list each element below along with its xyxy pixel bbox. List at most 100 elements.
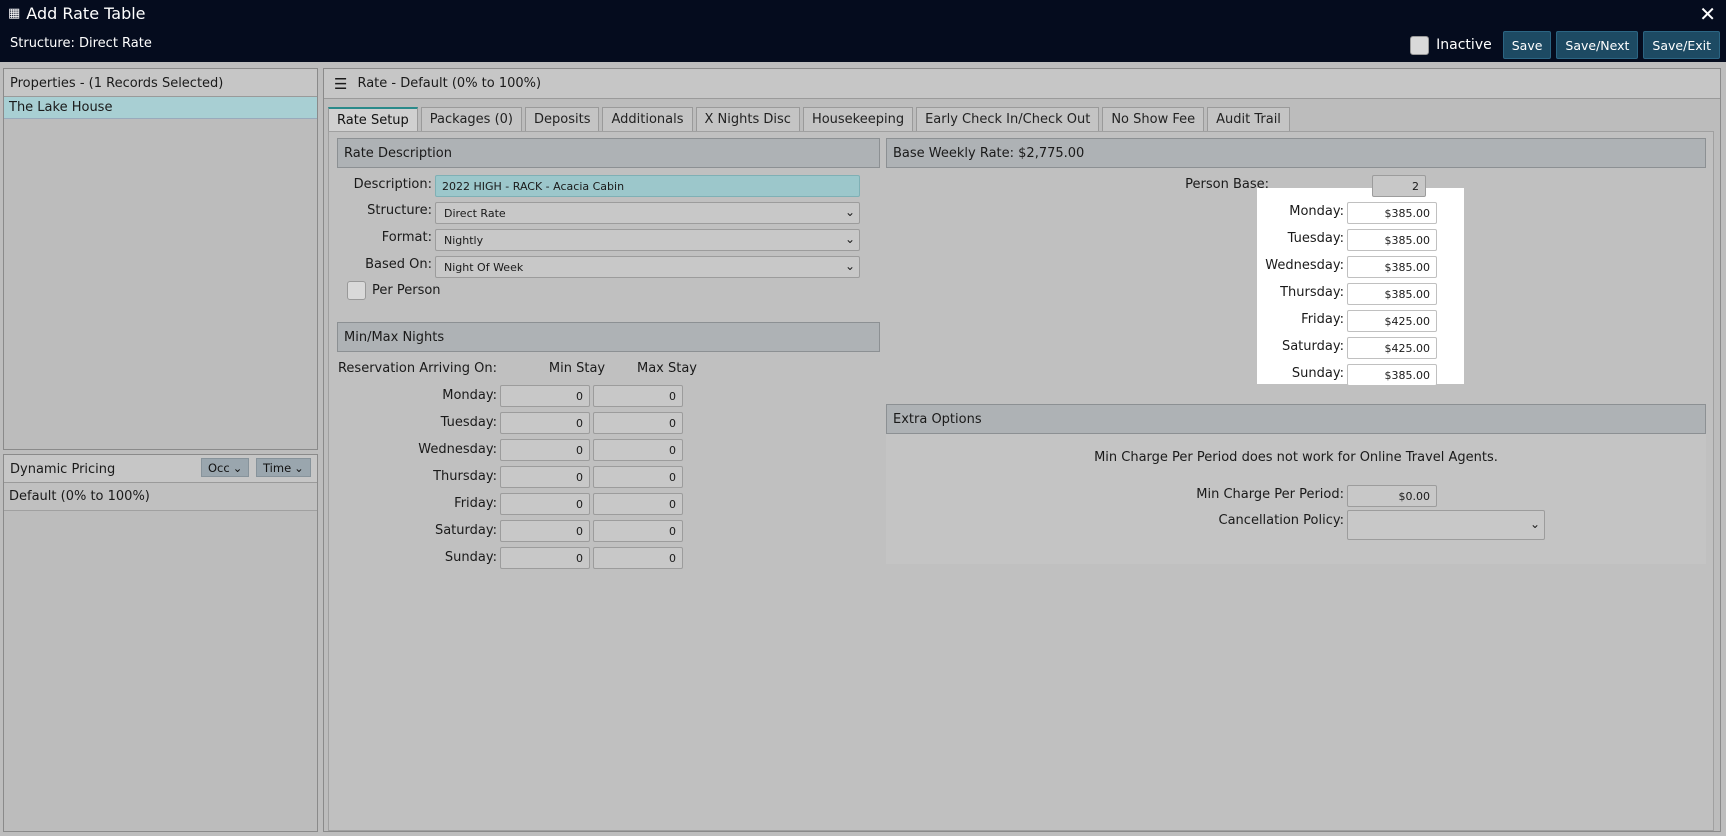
weekday-rate-label: Tuesday: xyxy=(1287,231,1344,246)
min-stay-input[interactable]: 0 xyxy=(500,439,590,461)
weekday-rate-label: Friday: xyxy=(1301,312,1344,327)
min-stay-input[interactable]: 0 xyxy=(500,547,590,569)
max-stay-header: Max Stay xyxy=(636,361,698,376)
structure-subtitle: Structure: Direct Rate xyxy=(10,36,152,51)
max-stay-input[interactable]: 0 xyxy=(593,412,683,434)
base-weekly-rate-header: Base Weekly Rate: $2,775.00 xyxy=(886,138,1706,168)
save-button[interactable]: Save xyxy=(1502,31,1552,59)
min-stay-input[interactable]: 0 xyxy=(500,385,590,407)
properties-header: Properties - (1 Records Selected) xyxy=(4,69,317,97)
save-exit-button[interactable]: Save/Exit xyxy=(1643,31,1720,59)
min-charge-input[interactable]: $0.00 xyxy=(1347,485,1437,507)
based-on-select-value: Night Of Week xyxy=(444,261,524,274)
hamburger-icon[interactable]: ☰ xyxy=(334,75,347,93)
tab-housekeeping[interactable]: Housekeeping xyxy=(802,107,914,131)
rate-header: ☰ Rate - Default (0% to 100%) xyxy=(324,69,1720,99)
close-icon[interactable]: ✕ xyxy=(1699,2,1716,26)
rate-tabs: Rate Setup Packages (0) Deposits Additio… xyxy=(328,107,1290,131)
structure-select[interactable]: Direct Rate ⌄ xyxy=(435,202,860,224)
title-bar: ▦ Add Rate Table Structure: Direct Rate … xyxy=(0,0,1726,62)
person-base-label: Person Base: xyxy=(1185,177,1269,192)
top-actions: Inactive Save Save/Next Save/Exit xyxy=(1410,31,1720,59)
properties-panel: Properties - (1 Records Selected) The La… xyxy=(3,68,318,450)
weekday-rate-label: Thursday: xyxy=(1280,285,1344,300)
based-on-label: Based On: xyxy=(365,257,432,272)
tab-rate-setup[interactable]: Rate Setup xyxy=(328,107,418,131)
tab-early-check-in[interactable]: Early Check In/Check Out xyxy=(916,107,1100,131)
min-max-day-label: Monday: xyxy=(442,388,497,403)
min-max-day-label: Saturday: xyxy=(434,523,497,538)
min-stay-input[interactable]: 0 xyxy=(500,466,590,488)
weekday-rate-input[interactable]: $385.00 xyxy=(1347,256,1437,278)
cancellation-policy-select[interactable]: ⌄ xyxy=(1347,510,1545,540)
chevron-down-icon: ⌄ xyxy=(232,460,243,475)
chevron-down-icon: ⌄ xyxy=(844,232,855,246)
tab-audit-trail[interactable]: Audit Trail xyxy=(1207,107,1290,131)
min-stay-input[interactable]: 0 xyxy=(500,493,590,515)
rate-setup-body: Rate Description Description: 2022 HIGH … xyxy=(328,131,1714,831)
chevron-down-icon: ⌄ xyxy=(844,205,855,219)
extra-options-header: Extra Options xyxy=(886,404,1706,434)
min-max-day-label: Sunday: xyxy=(444,550,497,565)
description-label: Description: xyxy=(353,177,432,192)
calendar-icon: ▦ xyxy=(8,6,21,21)
weekday-rate-input[interactable]: $385.00 xyxy=(1347,283,1437,305)
chevron-down-icon: ⌄ xyxy=(294,460,304,475)
format-select[interactable]: Nightly ⌄ xyxy=(435,229,860,251)
min-stay-header: Min Stay xyxy=(548,361,606,376)
time-label: Time xyxy=(263,460,292,475)
rate-panel: ☰ Rate - Default (0% to 100%) Rate Setup… xyxy=(323,68,1721,832)
min-max-day-label: Friday: xyxy=(454,496,497,511)
per-person-label: Per Person xyxy=(372,283,441,298)
min-charge-label: Min Charge Per Period: xyxy=(1196,487,1344,502)
dynamic-pricing-header: Dynamic Pricing Occ ⌄ Time ⌄ xyxy=(4,455,317,483)
weekday-rate-input[interactable]: $425.00 xyxy=(1347,337,1437,359)
tab-deposits[interactable]: Deposits xyxy=(525,107,600,131)
max-stay-input[interactable]: 0 xyxy=(593,520,683,542)
min-max-header: Min/Max Nights xyxy=(337,322,880,352)
format-label: Format: xyxy=(381,230,432,245)
max-stay-input[interactable]: 0 xyxy=(593,547,683,569)
time-dropdown-button[interactable]: Time ⌄ xyxy=(256,458,311,477)
weekday-rate-input[interactable]: $385.00 xyxy=(1347,364,1437,386)
occ-label: Occ xyxy=(208,460,230,475)
inactive-toggle[interactable]: Inactive xyxy=(1410,35,1492,55)
min-stay-input[interactable]: 0 xyxy=(500,520,590,542)
inactive-checkbox[interactable] xyxy=(1410,35,1430,55)
tab-x-nights-disc[interactable]: X Nights Disc xyxy=(695,107,800,131)
format-select-value: Nightly xyxy=(444,234,484,247)
save-next-button[interactable]: Save/Next xyxy=(1556,31,1639,59)
min-stay-input[interactable]: 0 xyxy=(500,412,590,434)
chevron-down-icon: ⌄ xyxy=(1529,517,1540,531)
weekday-rate-label: Saturday: xyxy=(1281,339,1344,354)
weekday-rate-input[interactable]: $385.00 xyxy=(1347,229,1437,251)
weekday-rate-input[interactable]: $425.00 xyxy=(1347,310,1437,332)
min-max-day-label: Wednesday: xyxy=(418,442,497,457)
window-title: ▦ Add Rate Table xyxy=(8,4,146,23)
dynamic-pricing-panel: Dynamic Pricing Occ ⌄ Time ⌄ Default (0%… xyxy=(3,454,318,832)
window-title-text: Add Rate Table xyxy=(26,4,146,23)
description-input[interactable]: 2022 HIGH - RACK - Acacia Cabin xyxy=(435,175,860,197)
weekday-rate-label: Sunday: xyxy=(1291,366,1344,381)
weekday-rate-input[interactable]: $385.00 xyxy=(1347,202,1437,224)
property-item[interactable]: The Lake House xyxy=(4,97,317,119)
occ-dropdown-button[interactable]: Occ ⌄ xyxy=(201,458,250,477)
person-base-input[interactable]: 2 xyxy=(1372,175,1426,197)
max-stay-input[interactable]: 0 xyxy=(593,466,683,488)
max-stay-input[interactable]: 0 xyxy=(593,493,683,515)
min-max-day-label: Thursday: xyxy=(433,469,497,484)
inactive-label: Inactive xyxy=(1436,37,1492,53)
rate-title: Rate - Default (0% to 100%) xyxy=(357,76,542,91)
weekday-rate-label: Wednesday: xyxy=(1265,258,1344,273)
per-person-checkbox[interactable] xyxy=(347,281,366,300)
ota-notice: Min Charge Per Period does not work for … xyxy=(1094,450,1498,465)
tab-no-show-fee[interactable]: No Show Fee xyxy=(1102,107,1205,131)
rate-description-header: Rate Description xyxy=(337,138,880,168)
based-on-select[interactable]: Night Of Week ⌄ xyxy=(435,256,860,278)
max-stay-input[interactable]: 0 xyxy=(593,439,683,461)
tab-additionals[interactable]: Additionals xyxy=(602,107,693,131)
tab-packages[interactable]: Packages (0) xyxy=(420,107,522,131)
dynamic-pricing-item[interactable]: Default (0% to 100%) xyxy=(4,483,317,511)
max-stay-input[interactable]: 0 xyxy=(593,385,683,407)
structure-label: Structure: xyxy=(367,203,432,218)
